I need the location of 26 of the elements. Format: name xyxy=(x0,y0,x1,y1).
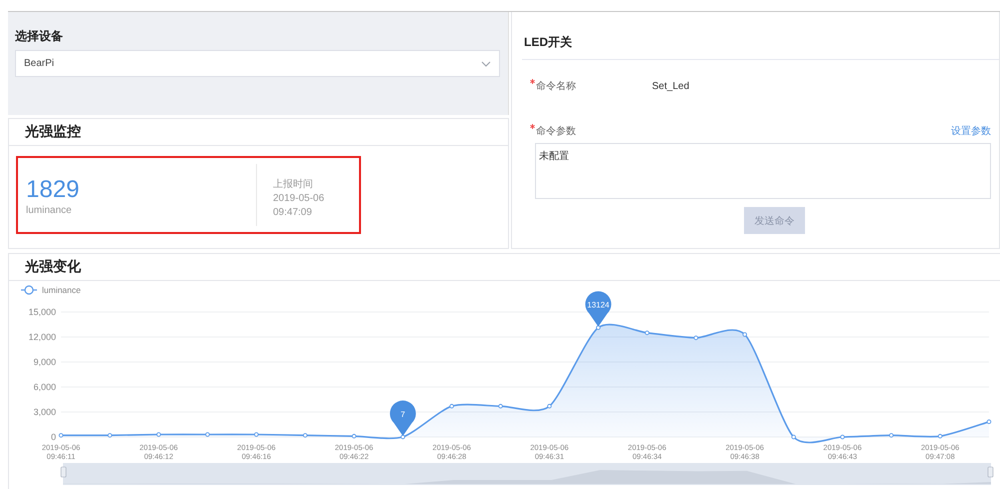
reading-value: 1829 xyxy=(26,178,80,202)
panel-title: 光强变化 xyxy=(25,258,81,276)
params-field[interactable]: 未配置 xyxy=(535,143,991,199)
y-tick-label: 6,000 xyxy=(33,382,56,392)
panel-title: 光强监控 xyxy=(25,123,81,141)
pin-marker xyxy=(585,291,612,327)
y-tick-label: 12,000 xyxy=(28,332,56,342)
report-time: 09:47:09 xyxy=(273,206,313,220)
y-tick-label: 15,000 xyxy=(28,307,56,317)
panel-title: LED开关 xyxy=(524,34,572,51)
device-select[interactable]: BearPi xyxy=(15,50,500,77)
select-label: 选择设备 xyxy=(15,28,64,45)
report-time-label: 上报时间 xyxy=(273,178,314,192)
legend-label: luminance xyxy=(42,285,81,295)
reading-unit: luminance xyxy=(26,205,73,216)
y-tick-label: 3,000 xyxy=(33,407,56,417)
legend-icon xyxy=(21,285,37,295)
pin-label: 13124 xyxy=(587,300,610,310)
y-tick-label: 0 xyxy=(50,432,56,442)
field-label: 命令参数 xyxy=(536,124,576,138)
command-name: Set_Led xyxy=(652,80,690,92)
zoom-slider[interactable] xyxy=(60,463,994,485)
y-tick-label: 9,000 xyxy=(33,357,56,367)
report-date: 2019-05-06 xyxy=(273,192,324,206)
field-label: 命令名称 xyxy=(536,80,576,93)
chevron-icon xyxy=(481,60,491,66)
